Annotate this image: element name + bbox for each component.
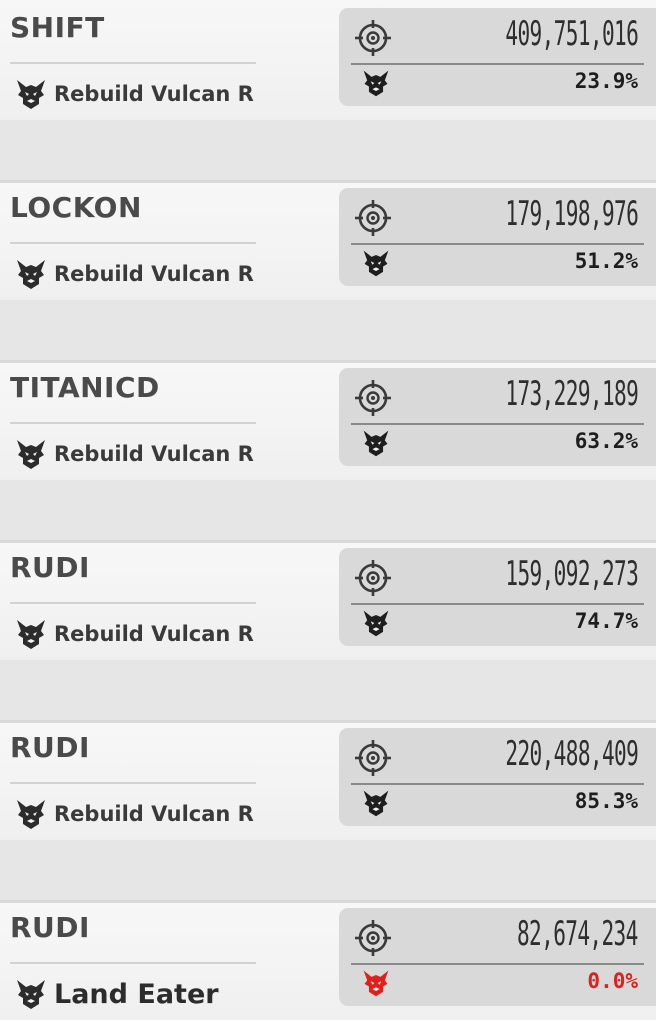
- stats-panel: 82,674,234 0.0%: [339, 908, 656, 1006]
- boss-info: Rebuild Vulcan R: [14, 616, 254, 652]
- damage-value: 179,198,976: [505, 194, 638, 234]
- boss-emblem-icon: [14, 257, 48, 291]
- name-divider: [10, 602, 256, 604]
- stat-divider: [351, 963, 644, 965]
- player-name: SHIFT: [10, 11, 105, 44]
- stats-panel: 159,092,273 74.7%: [339, 548, 656, 646]
- boss-emblem-icon: [361, 968, 391, 998]
- stats-panel: 220,488,409 85.3%: [339, 728, 656, 826]
- stat-divider: [351, 63, 644, 65]
- boss-emblem-icon: [14, 617, 48, 651]
- boss-emblem-icon: [14, 77, 48, 111]
- damage-value: 173,229,189: [505, 374, 638, 414]
- leaderboard-row[interactable]: SHIFT Rebuild Vulcan R 409,751,016 23.9%: [0, 0, 656, 120]
- name-divider: [10, 62, 256, 64]
- crosshair-icon: [353, 558, 393, 598]
- boss-name: Rebuild Vulcan R: [54, 622, 254, 646]
- boss-name: Rebuild Vulcan R: [54, 82, 254, 106]
- crosshair-icon: [353, 918, 393, 958]
- name-divider: [10, 962, 256, 964]
- leaderboard-row[interactable]: RUDI Rebuild Vulcan R 220,488,409 85.3%: [0, 720, 656, 840]
- boss-emblem-icon: [14, 437, 48, 471]
- stats-panel: 409,751,016 23.9%: [339, 8, 656, 106]
- boss-emblem-icon: [14, 977, 48, 1011]
- damage-value: 82,674,234: [517, 914, 638, 954]
- name-divider: [10, 782, 256, 784]
- player-name: RUDI: [10, 731, 90, 764]
- percent-value: 0.0%: [587, 969, 638, 993]
- percent-value: 23.9%: [574, 69, 638, 93]
- boss-info: Rebuild Vulcan R: [14, 256, 254, 292]
- damage-value: 220,488,409: [505, 734, 638, 774]
- boss-name: Rebuild Vulcan R: [54, 442, 254, 466]
- percent-value: 74.7%: [574, 609, 638, 633]
- player-name: RUDI: [10, 551, 90, 584]
- leaderboard-row[interactable]: TITANICD Rebuild Vulcan R 173,229,189 63…: [0, 360, 656, 480]
- boss-emblem-icon: [361, 248, 391, 278]
- crosshair-icon: [353, 378, 393, 418]
- boss-emblem-icon: [361, 608, 391, 638]
- player-name: TITANICD: [10, 371, 160, 404]
- boss-name: Land Eater: [54, 978, 219, 1010]
- leaderboard-row[interactable]: RUDI Land Eater 82,674,234 0.0%: [0, 900, 656, 1020]
- player-name: LOCKON: [10, 191, 142, 224]
- damage-value: 159,092,273: [505, 554, 638, 594]
- leaderboard-row[interactable]: RUDI Rebuild Vulcan R 159,092,273 74.7%: [0, 540, 656, 660]
- boss-emblem-icon: [361, 788, 391, 818]
- boss-emblem-icon: [361, 68, 391, 98]
- boss-emblem-icon: [14, 797, 48, 831]
- crosshair-icon: [353, 738, 393, 778]
- boss-info: Land Eater: [14, 976, 219, 1012]
- boss-name: Rebuild Vulcan R: [54, 262, 254, 286]
- percent-value: 63.2%: [574, 429, 638, 453]
- stat-divider: [351, 243, 644, 245]
- stats-panel: 173,229,189 63.2%: [339, 368, 656, 466]
- boss-info: Rebuild Vulcan R: [14, 436, 254, 472]
- leaderboard-row[interactable]: LOCKON Rebuild Vulcan R 179,198,976 51.2…: [0, 180, 656, 300]
- player-name: RUDI: [10, 911, 90, 944]
- percent-value: 85.3%: [574, 789, 638, 813]
- boss-name: Rebuild Vulcan R: [54, 802, 254, 826]
- name-divider: [10, 422, 256, 424]
- damage-value: 409,751,016: [505, 14, 638, 54]
- boss-info: Rebuild Vulcan R: [14, 796, 254, 832]
- crosshair-icon: [353, 18, 393, 58]
- percent-value: 51.2%: [574, 249, 638, 273]
- boss-emblem-icon: [361, 428, 391, 458]
- stat-divider: [351, 423, 644, 425]
- crosshair-icon: [353, 198, 393, 238]
- stat-divider: [351, 603, 644, 605]
- stats-panel: 179,198,976 51.2%: [339, 188, 656, 286]
- name-divider: [10, 242, 256, 244]
- stat-divider: [351, 783, 644, 785]
- boss-info: Rebuild Vulcan R: [14, 76, 254, 112]
